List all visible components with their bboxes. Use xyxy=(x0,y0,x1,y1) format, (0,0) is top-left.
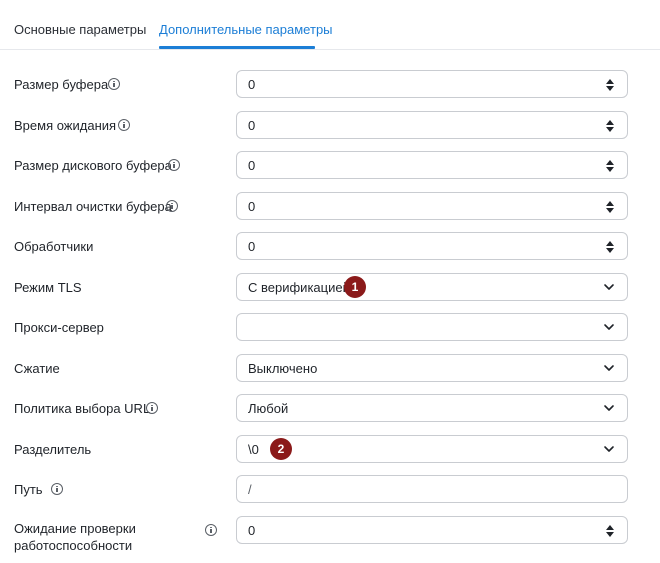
field-label: Политика выбора URL xyxy=(14,401,151,416)
field-label: Ожидание проверки работоспособности xyxy=(14,521,136,553)
spinner-icon[interactable] xyxy=(606,201,614,213)
field-value: Любой xyxy=(248,401,289,416)
field-value: 0 xyxy=(248,77,256,92)
field-value: 0 xyxy=(248,239,256,254)
field-label: Прокси-сервер xyxy=(14,320,104,335)
info-icon[interactable] xyxy=(166,200,178,212)
tab-advanced-params[interactable]: Дополнительные параметры xyxy=(159,22,333,37)
path-input[interactable]: / xyxy=(236,475,628,503)
chevron-down-icon[interactable] xyxy=(603,281,615,293)
tab-bar: Основные параметры Дополнительные параме… xyxy=(0,0,660,50)
tab-basic-params[interactable]: Основные параметры xyxy=(14,22,146,37)
field-value: \0 xyxy=(248,442,259,457)
proxy-server-select[interactable] xyxy=(236,313,628,341)
field-label: Сжатие xyxy=(14,361,60,376)
spinner-icon[interactable] xyxy=(606,241,614,253)
field-value: 0 xyxy=(248,158,256,173)
spinner-icon[interactable] xyxy=(606,79,614,91)
field-value: С верификацией xyxy=(248,280,350,295)
field-value: / xyxy=(248,482,252,497)
info-icon[interactable] xyxy=(108,78,120,90)
field-label: Обработчики xyxy=(14,239,94,254)
spinner-icon[interactable] xyxy=(606,160,614,172)
chevron-down-icon[interactable] xyxy=(603,362,615,374)
chevron-down-icon[interactable] xyxy=(603,443,615,455)
spinner-icon[interactable] xyxy=(606,120,614,132)
url-policy-select[interactable]: Любой xyxy=(236,394,628,422)
field-label: Размер дискового буфера xyxy=(14,158,172,173)
compression-select[interactable]: Выключено xyxy=(236,354,628,382)
info-icon[interactable] xyxy=(146,402,158,414)
info-icon[interactable] xyxy=(51,483,63,495)
field-label: Режим TLS xyxy=(14,280,82,295)
field-label: Путь xyxy=(14,482,43,497)
field-value: 0 xyxy=(248,118,256,133)
callout-badge: 2 xyxy=(270,438,292,460)
buffer-flush-interval-input[interactable]: 0 xyxy=(236,192,628,220)
field-label: Интервал очистки буфера xyxy=(14,199,172,214)
chevron-down-icon[interactable] xyxy=(603,321,615,333)
info-icon[interactable] xyxy=(205,524,217,536)
buffer-size-input[interactable]: 0 xyxy=(236,70,628,98)
field-value: 0 xyxy=(248,523,256,538)
field-value: 0 xyxy=(248,199,256,214)
field-label: Размер буфера xyxy=(14,77,109,92)
handlers-input[interactable]: 0 xyxy=(236,232,628,260)
health-check-wait-input[interactable]: 0 xyxy=(236,516,628,544)
active-tab-indicator xyxy=(159,46,315,49)
separator-select[interactable]: \0 2 xyxy=(236,435,628,463)
callout-badge: 1 xyxy=(344,276,366,298)
field-label: Разделитель xyxy=(14,442,92,457)
spinner-icon[interactable] xyxy=(606,525,614,537)
chevron-down-icon[interactable] xyxy=(603,402,615,414)
info-icon[interactable] xyxy=(118,119,130,131)
info-icon[interactable] xyxy=(168,159,180,171)
timeout-input[interactable]: 0 xyxy=(236,111,628,139)
field-label: Время ожидания xyxy=(14,118,117,133)
tls-mode-select[interactable]: С верификацией 1 xyxy=(236,273,628,301)
disk-buffer-size-input[interactable]: 0 xyxy=(236,151,628,179)
field-value: Выключено xyxy=(248,361,318,376)
